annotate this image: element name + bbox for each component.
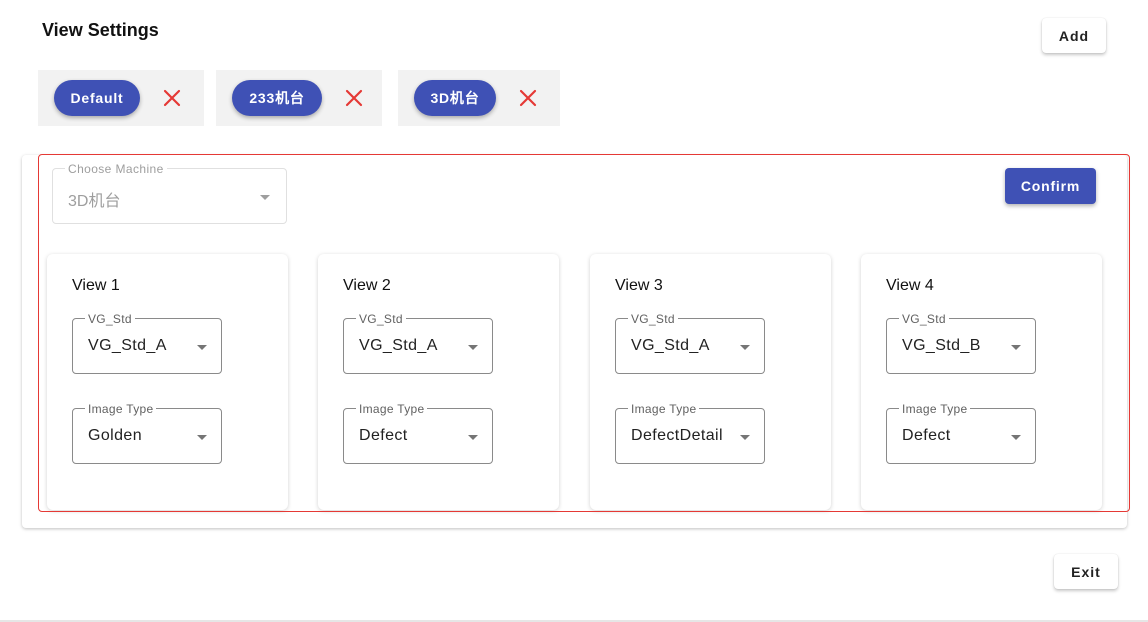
chevron-down-icon	[1011, 345, 1021, 350]
image-type-value: Golden	[88, 427, 142, 444]
machine-chip-233[interactable]: 233机台	[232, 80, 322, 116]
vg-std-select[interactable]: VG_Std VG_Std_B	[886, 312, 1036, 374]
vg-std-select[interactable]: VG_Std VG_Std_A	[72, 312, 222, 374]
image-type-value: Defect	[902, 427, 951, 444]
view-card-3: View 3 VG_Std VG_Std_A Image Type Defect…	[590, 254, 831, 510]
choose-machine-select[interactable]: Choose Machine 3D机台	[52, 162, 287, 224]
chevron-down-icon	[260, 195, 270, 200]
machine-chip-group-default: Default	[38, 70, 204, 126]
machine-chip-default[interactable]: Default	[54, 80, 140, 116]
chevron-down-icon	[740, 345, 750, 350]
image-type-label: Image Type	[85, 402, 157, 416]
chevron-down-icon	[1011, 435, 1021, 440]
confirm-button[interactable]: Confirm	[1005, 168, 1096, 204]
close-icon[interactable]	[344, 88, 364, 108]
image-type-value: DefectDetail	[631, 427, 723, 444]
view-title: View 4	[886, 277, 934, 294]
vg-std-value: VG_Std_A	[631, 337, 710, 354]
add-button[interactable]: Add	[1042, 18, 1106, 53]
view-card-1: View 1 VG_Std VG_Std_A Image Type Golden	[47, 254, 288, 510]
chevron-down-icon	[468, 345, 478, 350]
image-type-label: Image Type	[628, 402, 700, 416]
exit-button[interactable]: Exit	[1054, 554, 1118, 589]
choose-machine-value: 3D机台	[68, 193, 121, 210]
image-type-select[interactable]: Image Type Defect	[886, 402, 1036, 464]
image-type-label: Image Type	[356, 402, 428, 416]
close-icon[interactable]	[518, 88, 538, 108]
view-title: View 3	[615, 277, 663, 294]
view-card-4: View 4 VG_Std VG_Std_B Image Type Defect	[861, 254, 1102, 510]
image-type-select[interactable]: Image Type Defect	[343, 402, 493, 464]
chevron-down-icon	[468, 435, 478, 440]
vg-std-label: VG_Std	[899, 312, 949, 326]
machine-chip-3d[interactable]: 3D机台	[414, 80, 496, 116]
vg-std-label: VG_Std	[356, 312, 406, 326]
close-icon[interactable]	[162, 88, 182, 108]
vg-std-select[interactable]: VG_Std VG_Std_A	[343, 312, 493, 374]
image-type-value: Defect	[359, 427, 408, 444]
view-title: View 2	[343, 277, 391, 294]
image-type-select[interactable]: Image Type DefectDetail	[615, 402, 765, 464]
machine-chip-group-233: 233机台	[216, 70, 382, 126]
page-title: View Settings	[42, 20, 159, 40]
image-type-select[interactable]: Image Type Golden	[72, 402, 222, 464]
view-title: View 1	[72, 277, 120, 294]
vg-std-label: VG_Std	[628, 312, 678, 326]
vg-std-label: VG_Std	[85, 312, 135, 326]
view-card-2: View 2 VG_Std VG_Std_A Image Type Defect	[318, 254, 559, 510]
vg-std-value: VG_Std_A	[359, 337, 438, 354]
image-type-label: Image Type	[899, 402, 971, 416]
chevron-down-icon	[197, 435, 207, 440]
chevron-down-icon	[740, 435, 750, 440]
vg-std-select[interactable]: VG_Std VG_Std_A	[615, 312, 765, 374]
vg-std-value: VG_Std_A	[88, 337, 167, 354]
machine-chip-group-3d: 3D机台	[398, 70, 560, 126]
choose-machine-label: Choose Machine	[65, 162, 167, 176]
vg-std-value: VG_Std_B	[902, 337, 981, 354]
chevron-down-icon	[197, 345, 207, 350]
